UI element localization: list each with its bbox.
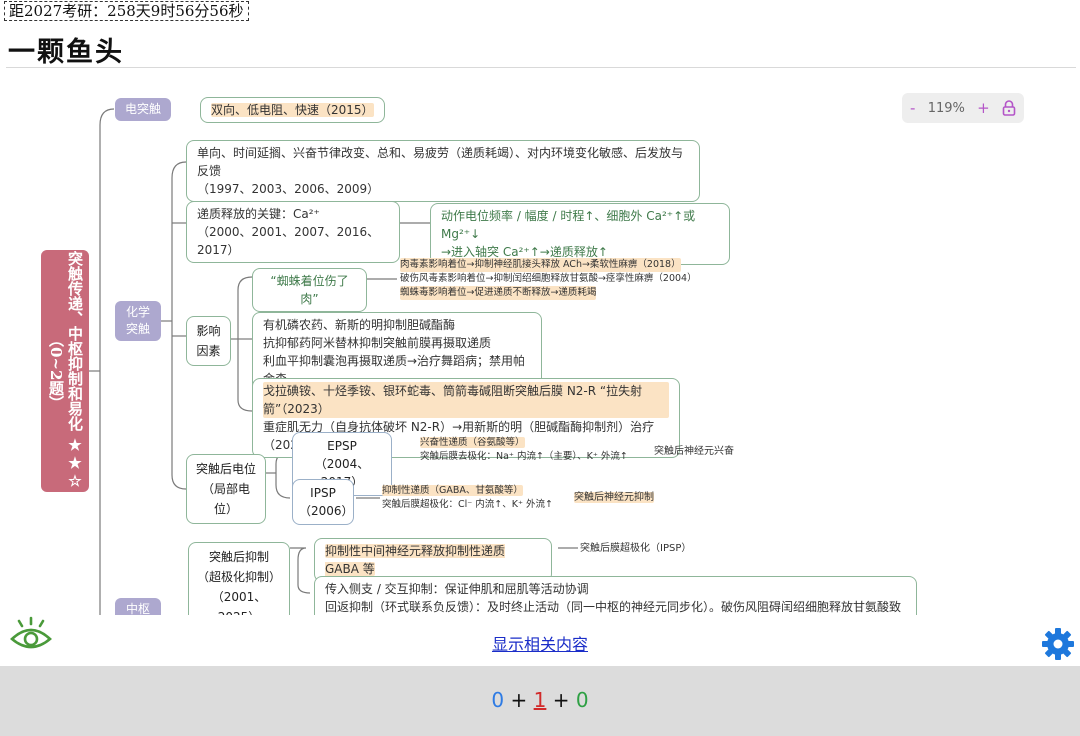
- node-text: 双向、低电阻、快速（2015）: [211, 103, 374, 117]
- node-text: 突触后神经元抑制: [574, 492, 654, 503]
- show-related-content-link[interactable]: 显示相关内容: [0, 631, 1080, 655]
- category-chemical-synapse[interactable]: 化学突触: [115, 301, 161, 341]
- node-text: （局部电位）: [201, 482, 250, 516]
- node-chemical-properties[interactable]: 单向、时间延搁、兴奋节律改变、总和、易疲劳（递质耗竭）、对内环境变化敏感、后发放…: [186, 140, 700, 202]
- category-central[interactable]: 中枢: [115, 598, 161, 615]
- category-electrical-synapse[interactable]: 电突触: [115, 98, 171, 121]
- node-ipsp-detail[interactable]: 抑制性递质（GABA、甘氨酸等） 突触后膜超极化：Cl⁻ 内流↑、K⁺ 外流↑: [382, 484, 572, 512]
- node-text: （1997、2003、2006、2009）: [197, 182, 380, 196]
- node-postsynaptic-inhibition[interactable]: 突触后抑制 （超极化抑制） （2001、2025）: [188, 542, 290, 615]
- gear-icon[interactable]: [1040, 626, 1076, 662]
- node-text: 肉毒素影响着位→抑制神经肌接头释放 ACh→柔软性麻痹（2018）: [400, 258, 681, 272]
- node-text: 传入侧支 / 交互抑制：保证伸肌和屈肌等活动协调: [325, 582, 589, 596]
- node-spider-mnemonic[interactable]: “蜘蛛着位伤了肉”: [252, 268, 367, 312]
- node-afferent-recurrent[interactable]: 传入侧支 / 交互抑制：保证伸肌和屈肌等活动协调 回返抑制（环式联系负反馈）：及…: [314, 576, 917, 615]
- score-plus: +: [552, 688, 570, 712]
- score-again: 0: [491, 688, 505, 712]
- app-title: 一颗鱼头: [8, 37, 124, 68]
- zoom-level: 119%: [927, 100, 965, 116]
- node-text: （2006）: [299, 504, 354, 518]
- node-text: 突触后神经元兴奋: [654, 446, 734, 457]
- score-hard: 1: [533, 688, 547, 712]
- zoom-in-button[interactable]: +: [977, 99, 990, 117]
- score-plus: +: [510, 688, 528, 712]
- node-text: （2000、2001、2007、2016、2017）: [197, 225, 380, 257]
- node-text: 突触后电位: [195, 462, 256, 476]
- node-text: 动作电位频率 / 幅度 / 时程↑、细胞外 Ca²⁺↑或 Mg²⁺↓: [441, 209, 696, 241]
- node-text: 破伤风毒素影响着位→抑制闰绍细胞释放甘氨酸→痉挛性麻痹（2004）: [400, 273, 697, 284]
- node-ipsp[interactable]: IPSP （2006）: [292, 479, 354, 525]
- zoom-control: - 119% +: [902, 93, 1024, 123]
- node-postsynaptic-potential[interactable]: 突触后电位 （局部电位）: [186, 454, 266, 524]
- node-text: 抑制性递质（GABA、甘氨酸等）: [382, 485, 523, 496]
- node-text: 戈拉碘铵、十烃季铵、银环蛇毒、筒箭毒碱阻断突触后膜 N2-R “拉失射箭”（20…: [263, 382, 669, 418]
- node-epsp-detail[interactable]: 兴奋性递质（谷氨酸等） 突触后膜去极化：Na⁺ 内流↑（主要）、K⁺ 外流↑: [420, 436, 650, 464]
- node-influencing-factors[interactable]: 影响因素: [186, 316, 231, 366]
- node-text: 有机磷农药、新斯的明抑制胆碱酯酶: [263, 318, 456, 332]
- node-text: 蜘蛛毒影响着位→促进递质不断释放→递质耗竭: [400, 286, 597, 300]
- node-spider-details[interactable]: 肉毒素影响着位→抑制神经肌接头释放 ACh→柔软性麻痹（2018） 破伤风毒素影…: [400, 258, 730, 300]
- node-text: “蜘蛛着位伤了肉”: [270, 274, 349, 306]
- node-text: （超极化抑制）: [196, 570, 281, 584]
- score-good: 0: [575, 688, 589, 712]
- node-electrical-properties[interactable]: 双向、低电阻、快速（2015）: [200, 97, 385, 123]
- title-divider: [6, 67, 1076, 68]
- mind-map-canvas[interactable]: 突触传递、中枢抑制和易化 ★★☆ （0~2题） 电突触 化学突触 中枢 双向、低…: [0, 70, 1080, 615]
- node-release-key[interactable]: 递质释放的关键：Ca²⁺ （2000、2001、2007、2016、2017）: [186, 201, 400, 263]
- node-text: IPSP: [310, 486, 336, 500]
- node-text: 突触后膜超极化：Cl⁻ 内流↑、K⁺ 外流↑: [382, 499, 553, 510]
- node-text: 突触后膜超极化（IPSP）: [580, 543, 692, 554]
- lock-icon[interactable]: [1002, 100, 1016, 116]
- node-text: 递质释放的关键：Ca²⁺: [197, 207, 320, 221]
- node-text: 兴奋性递质（谷氨酸等）: [420, 437, 525, 448]
- node-text: 抗抑郁药阿米替林抑制突触前膜再摄取递质: [263, 336, 492, 350]
- score-display: 0 + 1 + 0: [0, 688, 1080, 712]
- node-text: 突触后抑制: [208, 550, 269, 564]
- node-text: 回返抑制（环式联系负反馈）：及时终止活动（同一中枢的神经元同步化）。破伤风阻碍闰…: [325, 600, 902, 614]
- node-text: 突触后膜去极化：Na⁺ 内流↑（主要）、K⁺ 外流↑: [420, 451, 628, 462]
- node-text: EPSP: [327, 439, 357, 453]
- node-text: 抑制性中间神经元释放抑制性递质 GABA 等: [325, 544, 506, 576]
- node-text: 单向、时间延搁、兴奋节律改变、总和、易疲劳（递质耗竭）、对内环境变化敏感、后发放…: [197, 146, 684, 178]
- node-hyperpolarization-result[interactable]: 突触后膜超极化（IPSP）: [580, 542, 691, 556]
- node-epsp-result[interactable]: 突触后神经元兴奋: [654, 445, 734, 459]
- node-text: （2001、2025）: [211, 590, 267, 615]
- countdown-timer: 距2027考研：258天9时56分56秒: [4, 1, 249, 21]
- node-release-detail[interactable]: 动作电位频率 / 幅度 / 时程↑、细胞外 Ca²⁺↑或 Mg²⁺↓ →进入轴突…: [430, 203, 730, 265]
- node-text: 影响因素: [196, 324, 221, 358]
- node-ipsp-result[interactable]: 突触后神经元抑制: [574, 491, 654, 505]
- root-topic[interactable]: 突触传递、中枢抑制和易化 ★★☆ （0~2题）: [41, 250, 89, 492]
- zoom-out-button[interactable]: -: [910, 99, 915, 117]
